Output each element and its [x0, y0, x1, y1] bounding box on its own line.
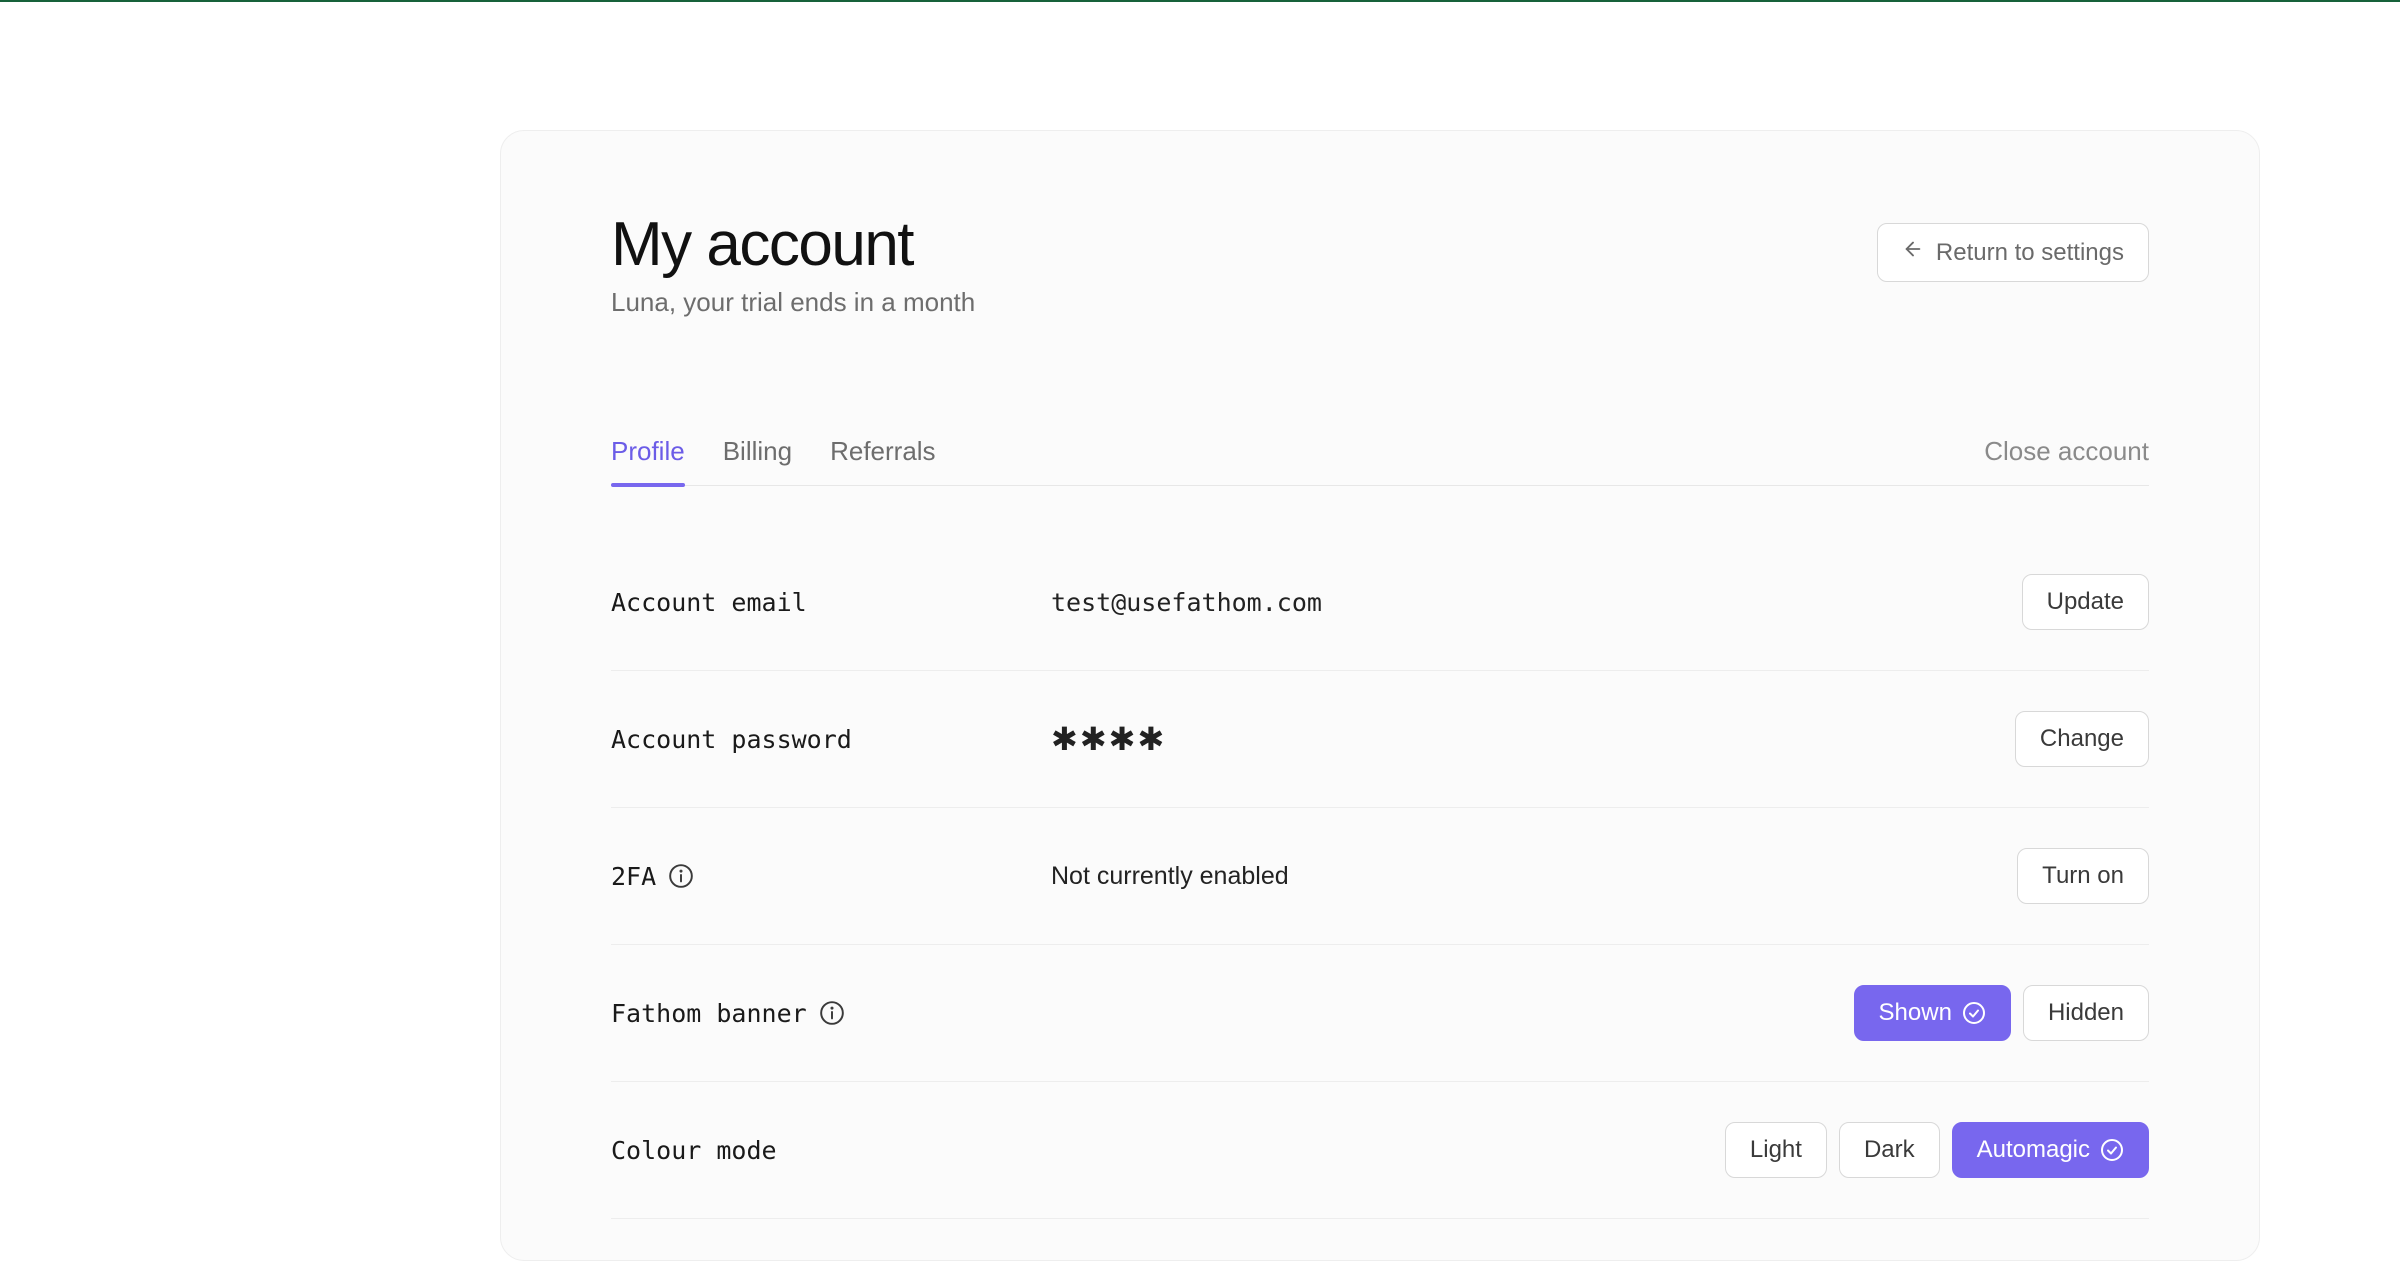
info-icon[interactable]: [668, 863, 694, 889]
settings-rows: Account email test@usefathom.com Update …: [611, 534, 2149, 1219]
colour-light-button[interactable]: Light: [1725, 1122, 1827, 1178]
colour-automagic-button[interactable]: Automagic: [1952, 1122, 2149, 1178]
header-row: My account Luna, your trial ends in a mo…: [611, 211, 2149, 318]
header-text: My account Luna, your trial ends in a mo…: [611, 211, 975, 318]
update-email-button[interactable]: Update: [2022, 574, 2149, 630]
arrow-left-icon: [1902, 238, 1924, 267]
tabs: Profile Billing Referrals: [611, 436, 936, 485]
page-subtitle: Luna, your trial ends in a month: [611, 287, 975, 318]
value-account-password: ✱✱✱✱: [1051, 720, 2015, 758]
label-2fa-text: 2FA: [611, 862, 656, 891]
value-2fa: Not currently enabled: [1051, 862, 2017, 891]
label-colour-mode: Colour mode: [611, 1136, 1051, 1165]
turn-on-2fa-button[interactable]: Turn on: [2017, 848, 2149, 904]
info-icon[interactable]: [819, 1000, 845, 1026]
check-circle-icon: [1962, 1001, 1986, 1025]
tab-referrals[interactable]: Referrals: [830, 436, 935, 485]
row-2fa: 2FA Not currently enabled Turn on: [611, 808, 2149, 945]
tab-profile[interactable]: Profile: [611, 436, 685, 485]
close-account-link[interactable]: Close account: [1984, 436, 2149, 485]
banner-shown-label: Shown: [1879, 999, 1952, 1027]
label-fathom-banner: Fathom banner: [611, 999, 1051, 1028]
check-circle-icon: [2100, 1138, 2124, 1162]
actions-account-email: Update: [2022, 574, 2149, 630]
colour-dark-button[interactable]: Dark: [1839, 1122, 1940, 1178]
actions-2fa: Turn on: [2017, 848, 2149, 904]
colour-automagic-label: Automagic: [1977, 1136, 2090, 1164]
actions-account-password: Change: [2015, 711, 2149, 767]
row-account-email: Account email test@usefathom.com Update: [611, 534, 2149, 671]
return-label: Return to settings: [1936, 239, 2124, 267]
change-password-button[interactable]: Change: [2015, 711, 2149, 767]
label-account-password: Account password: [611, 725, 1051, 754]
value-account-email: test@usefathom.com: [1051, 588, 2022, 617]
row-fathom-banner: Fathom banner Shown: [611, 945, 2149, 1082]
label-2fa: 2FA: [611, 862, 1051, 891]
account-card: My account Luna, your trial ends in a mo…: [500, 130, 2260, 1261]
banner-hidden-button[interactable]: Hidden: [2023, 985, 2149, 1041]
row-colour-mode: Colour mode Light Dark Automagic: [611, 1082, 2149, 1219]
tab-billing[interactable]: Billing: [723, 436, 792, 485]
label-fathom-banner-text: Fathom banner: [611, 999, 807, 1028]
page-title: My account: [611, 211, 975, 279]
actions-colour-mode: Light Dark Automagic: [1725, 1122, 2149, 1178]
row-account-password: Account password ✱✱✱✱ Change: [611, 671, 2149, 808]
actions-fathom-banner: Shown Hidden: [1854, 985, 2149, 1041]
label-account-email: Account email: [611, 588, 1051, 617]
tabs-row: Profile Billing Referrals Close account: [611, 436, 2149, 486]
return-to-settings-button[interactable]: Return to settings: [1877, 223, 2149, 282]
banner-shown-button[interactable]: Shown: [1854, 985, 2011, 1041]
